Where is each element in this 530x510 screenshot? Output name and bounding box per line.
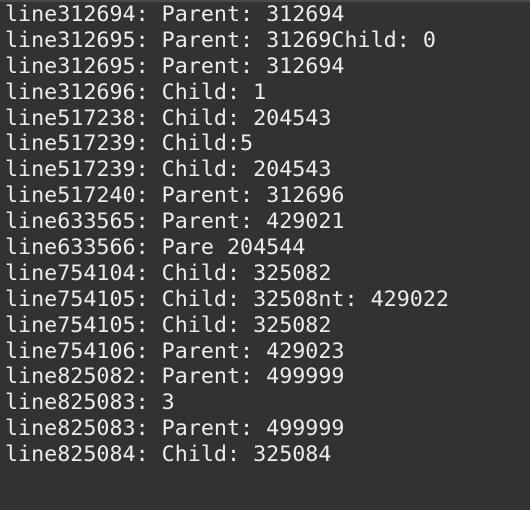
terminal-line: line754104: Child: 325082 xyxy=(5,260,332,286)
terminal-line: line825084: Child: 325084 xyxy=(5,442,332,468)
terminal-line: line825083: 3 xyxy=(5,390,175,416)
terminal-line: line312694: Parent: 312694 xyxy=(5,2,345,27)
terminal-line: line517238: Child: 204543 xyxy=(5,105,332,131)
terminal-output[interactable]: line312694: Parent: 312694 line312695: Pa… xyxy=(5,2,449,468)
terminal-line: line312695: Parent: 312694 xyxy=(5,53,345,79)
terminal-line: line754105: Child: 32508nt: 429022 xyxy=(5,286,449,312)
terminal-line: line312695: Parent: 31269Child: 0 xyxy=(5,27,436,53)
terminal-line: line517240: Parent: 312696 xyxy=(5,183,345,209)
terminal-line: line517239: Child:5 xyxy=(5,131,254,157)
terminal-line: line633566: Pare 204544 xyxy=(5,235,306,261)
terminal-line: line754105: Child: 325082 xyxy=(5,312,332,338)
terminal-line: line825083: Parent: 499999 xyxy=(5,416,345,442)
terminal-line: line754106: Parent: 429023 xyxy=(5,338,345,364)
terminal-line: line825082: Parent: 499999 xyxy=(5,364,345,390)
terminal-line: line517239: Child: 204543 xyxy=(5,157,332,183)
terminal-line: line312696: Child: 1 xyxy=(5,79,267,105)
terminal-line: line633565: Parent: 429021 xyxy=(5,209,345,235)
